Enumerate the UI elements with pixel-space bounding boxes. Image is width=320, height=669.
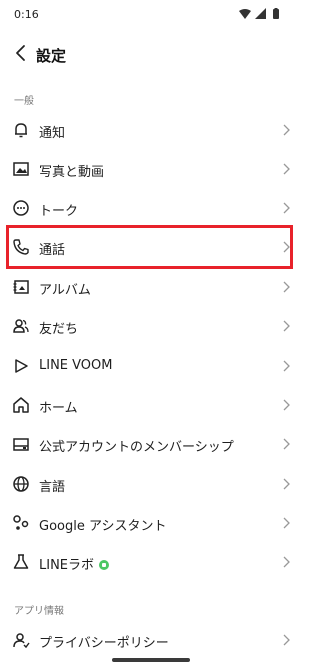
settings-item-notifications[interactable]: 通知 (0, 111, 301, 149)
chevron-right-icon (281, 124, 291, 136)
chevron-left-icon (16, 45, 25, 61)
globe-icon (12, 475, 30, 493)
settings-item-label: アルバム (39, 283, 91, 298)
settings-item-label: 言語 (39, 480, 66, 495)
chevron-right-icon (281, 202, 291, 214)
new-badge-icon (99, 559, 110, 570)
settings-item-language[interactable]: 言語 (0, 465, 301, 503)
calls-highlight-box (6, 225, 293, 269)
chevron-right-icon (281, 478, 291, 490)
status-icons (239, 8, 287, 20)
album-icon (12, 278, 30, 296)
membership-icon (12, 435, 30, 453)
settings-item-label: プライバシーポリシー (39, 636, 169, 651)
play-icon (12, 357, 30, 375)
settings-item-label: Google アシスタント (39, 519, 167, 534)
signal-icon (255, 8, 266, 19)
photo-icon (12, 160, 30, 178)
settings-item-label: 通知 (39, 126, 66, 141)
friends-icon (12, 317, 30, 335)
settings-item-label: 公式アカウントのメンバーシップ (39, 440, 234, 455)
settings-item-line-labs[interactable]: LINEラボ (0, 543, 301, 581)
page-title: 設定 (36, 47, 67, 65)
chat-bubble-icon (12, 199, 30, 217)
section-header-app-info: アプリ情報 (14, 606, 64, 617)
chevron-right-icon (281, 320, 291, 332)
home-icon (12, 396, 30, 414)
chevron-right-icon (281, 163, 291, 175)
settings-item-friends[interactable]: 友だち (0, 307, 301, 345)
settings-item-album[interactable]: アルバム (0, 268, 301, 306)
settings-item-label: トーク (39, 204, 79, 219)
chevron-right-icon (281, 556, 291, 568)
settings-item-privacy-policy[interactable]: プライバシーポリシー (0, 621, 301, 659)
gesture-home-bar[interactable] (112, 658, 190, 662)
settings-item-label-text: LINEラボ (39, 558, 95, 573)
settings-item-home[interactable]: ホーム (0, 386, 301, 424)
battery-icon (273, 8, 279, 19)
flask-icon (12, 553, 30, 571)
section-header-general: 一般 (14, 96, 34, 107)
settings-item-label: ホーム (39, 401, 78, 416)
settings-item-line-voom[interactable]: LINE VOOM (0, 347, 301, 385)
settings-item-label: LINEラボ (39, 554, 110, 573)
chevron-right-icon (281, 438, 291, 450)
settings-item-label: 友だち (39, 322, 79, 337)
header: 設定 (0, 36, 301, 72)
settings-item-label: LINE VOOM (39, 358, 113, 373)
status-time: 0:16 (14, 8, 39, 21)
settings-item-google-assistant[interactable]: Google アシスタント (0, 504, 301, 542)
wifi-icon (239, 9, 251, 19)
bell-icon (12, 121, 30, 139)
assistant-icon (12, 514, 30, 532)
settings-item-chats[interactable]: トーク (0, 189, 301, 227)
chevron-right-icon (281, 399, 291, 411)
chevron-right-icon (281, 634, 291, 646)
settings-item-photos-videos[interactable]: 写真と動画 (0, 150, 301, 188)
settings-item-official-account-membership[interactable]: 公式アカウントのメンバーシップ (0, 425, 301, 463)
chevron-right-icon (281, 360, 291, 372)
settings-item-label: 写真と動画 (39, 165, 105, 180)
back-button[interactable] (10, 42, 32, 64)
chevron-right-icon (281, 517, 291, 529)
chevron-right-icon (281, 281, 291, 293)
privacy-icon (12, 631, 30, 649)
status-bar: 0:16 (0, 0, 301, 28)
